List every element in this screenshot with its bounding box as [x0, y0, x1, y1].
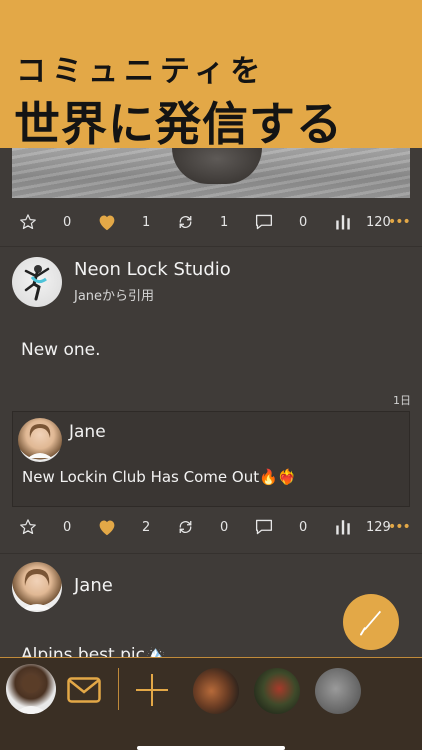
repost-icon: [179, 521, 192, 533]
woman-avatar-icon: [28, 424, 52, 458]
comment-button[interactable]: [254, 202, 274, 242]
separator: [118, 668, 119, 710]
star-count: 0: [63, 519, 72, 535]
bar-chart-icon: [336, 215, 350, 230]
quote-avatar[interactable]: [18, 418, 62, 462]
comment-icon: [255, 519, 273, 535]
post-image[interactable]: [12, 148, 410, 198]
dancer-avatar-icon: [24, 265, 50, 301]
profile-avatar[interactable]: [6, 664, 56, 714]
star-icon: [20, 214, 36, 230]
banner-title: 世界に発信する: [14, 97, 343, 151]
star-count: 0: [63, 214, 72, 230]
views-button[interactable]: [334, 507, 352, 547]
heart-icon: [99, 520, 115, 536]
post-actions: 0 1 1 0 120 •••: [0, 202, 422, 242]
quoted-from-label: Janeから引用: [74, 289, 155, 304]
add-button[interactable]: [134, 672, 170, 712]
star-button[interactable]: [19, 202, 37, 242]
more-icon[interactable]: •••: [388, 202, 411, 242]
banner-subtitle: コミュニティを: [16, 54, 267, 89]
post-time: 1日: [393, 394, 411, 407]
like-count: 1: [142, 214, 151, 230]
man-avatar-icon: [14, 675, 48, 714]
comment-button[interactable]: [254, 507, 274, 547]
woman-avatar-icon: [22, 569, 52, 610]
post-author[interactable]: Neon Lock Studio: [74, 259, 231, 280]
views-button[interactable]: [334, 202, 352, 242]
post-actions: 0 2 0 0 129 •••: [0, 507, 422, 547]
repost-button[interactable]: [176, 507, 195, 547]
comment-count: 0: [299, 214, 308, 230]
heart-icon: [99, 215, 115, 231]
home-indicator: [137, 746, 285, 750]
comment-icon: [255, 214, 273, 230]
comment-count: 0: [299, 519, 308, 535]
repost-count: 1: [220, 214, 229, 230]
quote-author[interactable]: Jane: [69, 422, 106, 442]
community-thumb-moon[interactable]: [315, 668, 361, 714]
avatar[interactable]: [12, 562, 62, 612]
community-thumb-bird[interactable]: [254, 668, 300, 714]
repost-button[interactable]: [176, 202, 195, 242]
avatar[interactable]: [12, 257, 62, 307]
bottom-bar: [0, 657, 422, 750]
like-button[interactable]: [97, 202, 117, 242]
post-text: New one.: [21, 340, 101, 360]
quote-text: New Lockin Club Has Come Out🔥❤️‍🔥: [22, 468, 297, 486]
repost-count: 0: [220, 519, 229, 535]
mail-button[interactable]: [67, 677, 101, 707]
star-button[interactable]: [19, 507, 37, 547]
more-icon[interactable]: •••: [388, 507, 411, 547]
quoted-post[interactable]: Jane New Lockin Club Has Come Out🔥❤️‍🔥: [12, 411, 410, 507]
repost-icon: [179, 216, 192, 228]
post-author[interactable]: Jane: [74, 575, 113, 596]
community-thumb-food[interactable]: [193, 668, 239, 714]
plus-icon: [136, 674, 168, 706]
promo-banner: コミュニティを 世界に発信する: [0, 0, 422, 151]
bar-chart-icon: [336, 520, 350, 535]
mail-icon: [67, 677, 101, 703]
pen-icon: [360, 610, 381, 636]
star-icon: [20, 519, 36, 535]
compose-button[interactable]: [343, 594, 399, 650]
like-count: 2: [142, 519, 151, 535]
like-button[interactable]: [97, 507, 117, 547]
